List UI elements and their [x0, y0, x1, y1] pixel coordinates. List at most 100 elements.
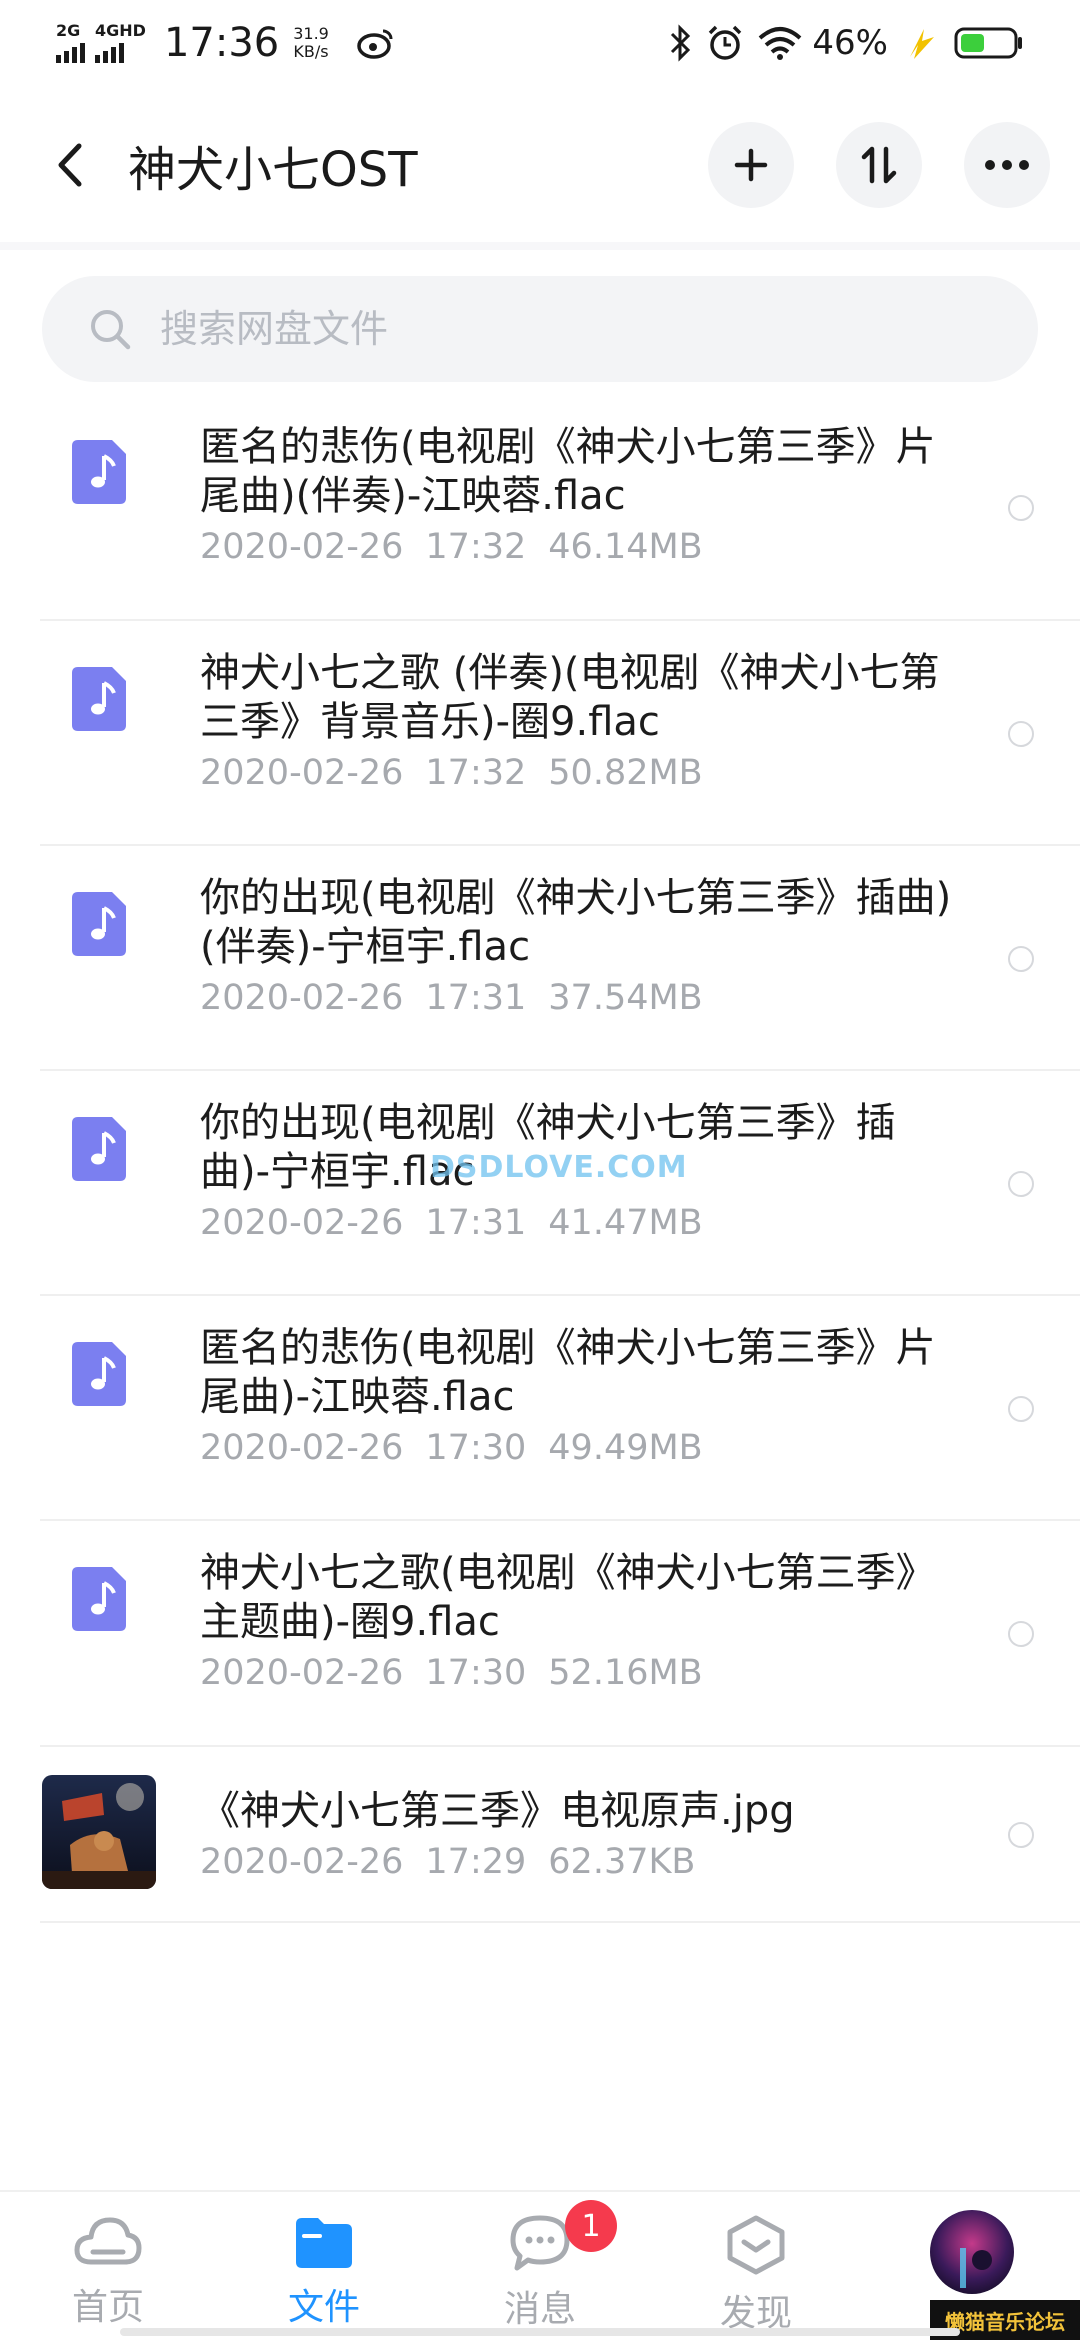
signal-bars-icon [56, 41, 85, 63]
file-row[interactable]: 匿名的悲伤(电视剧《神犬小七第三季》片尾曲)(伴奏)-江映蓉.flac 2020… [0, 395, 1080, 621]
file-name: 《神犬小七第三季》电视原声.jpg [200, 1788, 795, 1834]
music-file-icon [72, 1567, 126, 1631]
battery-percent: 46% [812, 23, 888, 63]
file-size: 41.47MB [548, 1203, 703, 1243]
divider [40, 1921, 1080, 1923]
music-file-icon [72, 1342, 126, 1406]
nav-files[interactable]: 文件 [254, 2214, 394, 2330]
file-time: 17:30 [425, 1653, 527, 1693]
back-icon [58, 143, 82, 187]
select-radio[interactable] [1008, 946, 1034, 972]
file-size: 37.54MB [548, 978, 703, 1018]
more-button[interactable] [964, 122, 1050, 208]
file-meta: 2020-02-26 17:31 37.54MB [200, 974, 960, 1022]
bottom-nav: 首页 文件 消息 发现 [0, 2190, 1080, 2340]
charging-icon [900, 25, 940, 61]
search-bar[interactable] [42, 276, 1038, 382]
app-bar-divider [0, 242, 1080, 250]
file-text: 《神犬小七第三季》电视原声.jpg 2020-02-26 17:29 62.37KB [200, 1787, 960, 1886]
select-radio[interactable] [1008, 1621, 1034, 1647]
nav-home[interactable]: 首页 [38, 2214, 178, 2330]
alarm-icon [706, 24, 744, 62]
file-size: 52.16MB [548, 1653, 703, 1693]
file-name: 匿名的悲伤(电视剧《神犬小七第三季》片尾曲)(伴奏)-江映蓉.flac [200, 424, 936, 519]
file-date: 2020-02-26 [200, 1842, 404, 1882]
cloud-icon [74, 2217, 142, 2265]
message-badge: 1 [565, 2200, 617, 2252]
file-name: 匿名的悲伤(电视剧《神犬小七第三季》片尾曲)-江映蓉.flac [200, 1325, 936, 1420]
select-radio[interactable] [1008, 1171, 1034, 1197]
speed-unit: KB/s [293, 42, 329, 61]
watermark: DSDLOVE.COM [430, 1150, 688, 1185]
wifi-icon [758, 26, 802, 60]
file-meta: 2020-02-26 17:29 62.37KB [200, 1838, 960, 1886]
signal-2g: 2G [56, 23, 85, 63]
nav-label: 首页 [71, 2287, 144, 2328]
nav-discover[interactable]: 发现 [686, 2214, 826, 2336]
file-time: 17:30 [425, 1428, 527, 1468]
battery-icon [954, 25, 1024, 61]
signal-4g: 4GHD [95, 23, 146, 63]
file-text: 匿名的悲伤(电视剧《神犬小七第三季》片尾曲)(伴奏)-江映蓉.flac 2020… [200, 423, 960, 571]
speed-value: 31.9 [293, 24, 329, 43]
file-meta: 2020-02-26 17:32 50.82MB [200, 749, 960, 797]
status-bar: 2G 4GHD 17:36 31.9 KB/s 46% [0, 0, 1080, 86]
file-date: 2020-02-26 [200, 1653, 404, 1693]
file-meta: 2020-02-26 17:32 46.14MB [200, 523, 960, 571]
sort-icon [861, 146, 897, 184]
file-size: 50.82MB [548, 753, 703, 793]
file-name: 你的出现(电视剧《神犬小七第三季》插曲)(伴奏)-宁桓宇.flac [200, 875, 952, 970]
file-row[interactable]: 你的出现(电视剧《神犬小七第三季》插曲)(伴奏)-宁桓宇.flac 2020-0… [0, 846, 1080, 1071]
file-date: 2020-02-26 [200, 527, 404, 567]
file-time: 17:32 [425, 753, 527, 793]
file-date: 2020-02-26 [200, 1203, 404, 1243]
folder-icon [296, 2218, 352, 2268]
discover-icon [727, 2215, 785, 2275]
file-meta: 2020-02-26 17:30 52.16MB [200, 1649, 960, 1697]
music-file-icon [72, 440, 126, 504]
file-name: 神犬小七之歌(电视剧《神犬小七第三季》主题曲)-圈9.flac [200, 1550, 936, 1645]
music-file-icon [72, 667, 126, 731]
screen: 2G 4GHD 17:36 31.9 KB/s 46% 神犬小七OST 搜索网盘… [0, 0, 1080, 2340]
file-time: 17:32 [425, 527, 527, 567]
image-thumbnail [42, 1775, 156, 1889]
sort-button[interactable] [836, 122, 922, 208]
nav-label: 文件 [287, 2287, 360, 2328]
select-radio[interactable] [1008, 721, 1034, 747]
file-row[interactable]: 《神犬小七第三季》电视原声.jpg 2020-02-26 17:29 62.37KB [0, 1747, 1080, 1923]
file-time: 17:31 [425, 978, 527, 1018]
app-bar: 神犬小七OST [0, 100, 1080, 230]
file-name: 神犬小七之歌 (伴奏)(电视剧《神犬小七第三季》背景音乐)-圈9.flac [200, 650, 940, 745]
search-icon [91, 310, 131, 350]
weibo-icon [357, 27, 395, 59]
back-button[interactable] [40, 125, 100, 205]
file-date: 2020-02-26 [200, 753, 404, 793]
avatar[interactable] [930, 2210, 1014, 2294]
nav-label: 消息 [503, 2289, 576, 2330]
bluetooth-icon [668, 24, 692, 62]
file-date: 2020-02-26 [200, 978, 404, 1018]
file-size: 62.37KB [548, 1842, 696, 1882]
home-indicator [120, 2328, 960, 2336]
file-text: 你的出现(电视剧《神犬小七第三季》插曲)(伴奏)-宁桓宇.flac 2020-0… [200, 874, 960, 1022]
file-date: 2020-02-26 [200, 1428, 404, 1468]
select-radio[interactable] [1008, 1396, 1034, 1422]
add-icon [734, 148, 768, 182]
file-row[interactable]: 神犬小七之歌 (伴奏)(电视剧《神犬小七第三季》背景音乐)-圈9.flac 20… [0, 621, 1080, 846]
file-time: 17:31 [425, 1203, 527, 1243]
file-time: 17:29 [425, 1842, 527, 1882]
more-icon [985, 160, 1029, 170]
file-row[interactable]: 神犬小七之歌(电视剧《神犬小七第三季》主题曲)-圈9.flac 2020-02-… [0, 1521, 1080, 1747]
file-text: 神犬小七之歌 (伴奏)(电视剧《神犬小七第三季》背景音乐)-圈9.flac 20… [200, 649, 960, 797]
search-input[interactable] [160, 307, 980, 351]
clock: 17:36 [163, 20, 280, 66]
add-button[interactable] [708, 122, 794, 208]
file-row[interactable]: 匿名的悲伤(电视剧《神犬小七第三季》片尾曲)-江映蓉.flac 2020-02-… [0, 1296, 1080, 1521]
select-radio[interactable] [1008, 1822, 1034, 1848]
file-meta: 2020-02-26 17:30 49.49MB [200, 1424, 960, 1472]
net-label-4g: 4GHD [95, 21, 146, 40]
music-file-icon [72, 1117, 126, 1181]
music-file-icon [72, 892, 126, 956]
select-radio[interactable] [1008, 495, 1034, 521]
net-label-2g: 2G [56, 21, 81, 40]
